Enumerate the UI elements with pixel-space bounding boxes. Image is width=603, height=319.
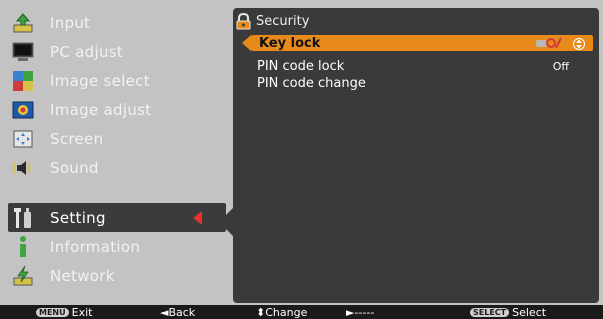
menu-item-label: Screen bbox=[50, 129, 104, 148]
image-adjust-icon bbox=[10, 98, 36, 122]
setting-icon bbox=[10, 206, 36, 230]
key-lock-status-icon bbox=[535, 37, 563, 49]
menu-item-image-adjust[interactable]: Image adjust bbox=[8, 95, 226, 124]
network-icon bbox=[10, 264, 36, 288]
panel-title: Security bbox=[256, 13, 310, 29]
row-label: Key lock bbox=[259, 35, 321, 51]
pc-adjust-icon bbox=[10, 40, 36, 64]
row-label: PIN code change bbox=[257, 75, 366, 91]
row-label: PIN code lock bbox=[257, 58, 345, 74]
projector-osd: Input PC adjust Image select Image adjus… bbox=[0, 0, 603, 319]
help-back: ◄Back bbox=[160, 305, 195, 319]
row-value: Off bbox=[552, 59, 569, 73]
help-bar: MENU Exit ◄Back ⬍Change ►----- SELECT Se… bbox=[0, 305, 603, 319]
screen-icon bbox=[10, 127, 36, 151]
help-select: SELECT Select bbox=[470, 305, 546, 319]
menu-item-pc-adjust[interactable]: PC adjust bbox=[8, 37, 226, 66]
menu-item-label: PC adjust bbox=[50, 42, 124, 61]
input-icon bbox=[10, 11, 36, 35]
menu-item-image-select[interactable]: Image select bbox=[8, 66, 226, 95]
help-select-label: Select bbox=[512, 305, 547, 319]
menu-key-badge: MENU bbox=[36, 307, 69, 317]
help-back-label: ◄Back bbox=[160, 305, 196, 319]
menu-item-screen[interactable]: Screen bbox=[8, 124, 226, 153]
help-change-label: ⬍Change bbox=[256, 305, 308, 319]
image-select-icon bbox=[10, 69, 36, 93]
menu-item-label: Network bbox=[50, 266, 115, 285]
help-next-label: ►----- bbox=[346, 305, 375, 319]
menu-item-input[interactable]: Input bbox=[8, 8, 226, 37]
menu-item-label: Image select bbox=[50, 71, 150, 90]
panel-connector bbox=[219, 208, 233, 236]
menu-item-label: Information bbox=[50, 237, 141, 256]
menu-item-label: Input bbox=[50, 13, 91, 32]
menu-item-network[interactable]: Network bbox=[8, 261, 226, 290]
help-next: ►----- bbox=[346, 305, 374, 319]
lock-icon bbox=[235, 12, 252, 30]
information-icon bbox=[10, 235, 36, 259]
main-menu: Input PC adjust Image select Image adjus… bbox=[0, 0, 230, 305]
sound-icon bbox=[10, 156, 36, 180]
menu-item-label: Setting bbox=[50, 208, 106, 227]
menu-item-sound[interactable]: Sound bbox=[8, 153, 226, 182]
row-pin-code-lock[interactable]: PIN code lock Off bbox=[251, 58, 593, 74]
row-pin-code-change[interactable]: PIN code change bbox=[251, 75, 593, 91]
selection-arrow bbox=[242, 35, 251, 51]
help-exit-label: Exit bbox=[71, 305, 93, 319]
menu-item-label: Image adjust bbox=[50, 100, 152, 119]
help-change: ⬍Change bbox=[256, 305, 307, 319]
select-key-badge: SELECT bbox=[470, 307, 510, 317]
panel-header: Security bbox=[235, 12, 309, 30]
menu-item-setting[interactable]: Setting bbox=[8, 203, 226, 232]
menu-item-label: Sound bbox=[50, 158, 99, 177]
help-exit: MENU Exit bbox=[36, 305, 92, 319]
security-panel: Security Key lock PIN code lock Off PIN … bbox=[233, 8, 599, 303]
menu-item-information[interactable]: Information bbox=[8, 232, 226, 261]
row-key-lock[interactable]: Key lock bbox=[242, 35, 593, 51]
active-indicator-arrow bbox=[193, 211, 202, 225]
up-down-icon[interactable] bbox=[573, 36, 585, 50]
